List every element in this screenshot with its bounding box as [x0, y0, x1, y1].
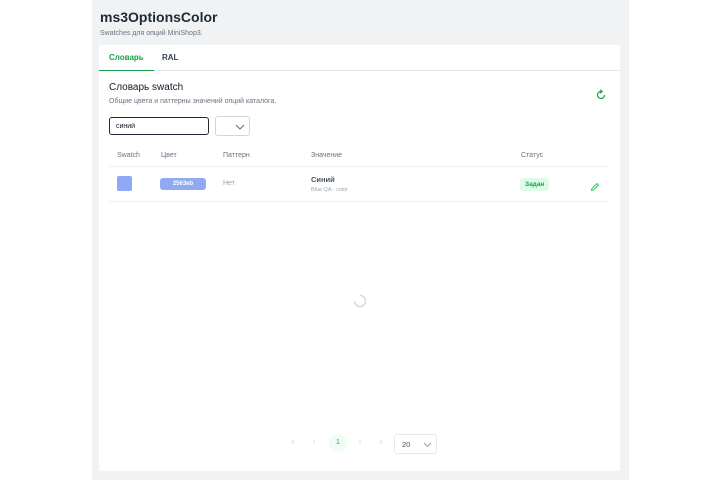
tab-bar: Словарь RAL — [99, 45, 620, 71]
column-header-status: Статус — [521, 152, 544, 159]
page-title: ms3OptionsColor — [100, 9, 218, 25]
color-hex-chip: 2563eb — [160, 178, 206, 190]
filter-select[interactable] — [215, 116, 250, 136]
column-header-pattern: Паттерн — [223, 152, 250, 159]
page-number-current[interactable]: 1 — [329, 434, 347, 452]
page-subtitle: Swatches для опций MiniShop3. — [100, 30, 203, 37]
value-name: Синий — [311, 175, 335, 184]
main-panel: Словарь RAL Словарь swatch Общие цвета и… — [99, 45, 620, 471]
per-page-select[interactable]: 20 — [394, 434, 437, 454]
loading-spinner — [353, 294, 367, 308]
pattern-value: Нет — [223, 180, 235, 187]
spinner-icon — [353, 294, 367, 308]
row-divider — [109, 201, 609, 202]
column-header-value: Значение — [311, 152, 343, 159]
tab-dictionary[interactable]: Словарь — [99, 45, 154, 71]
swatch-preview — [117, 176, 132, 191]
tab-ral[interactable]: RAL — [152, 45, 188, 71]
chevron-down-icon — [235, 124, 245, 130]
table-header-divider — [109, 166, 609, 167]
column-header-color: Цвет — [161, 152, 177, 159]
section-title: Словарь swatch — [109, 82, 184, 93]
prev-page-button[interactable]: ‹ — [308, 436, 320, 448]
value-subtitle: Blue QA - color — [311, 187, 348, 193]
column-header-swatch: Swatch — [117, 152, 140, 159]
first-page-button[interactable]: « — [287, 436, 299, 448]
last-page-button[interactable]: » — [375, 436, 387, 448]
edit-button[interactable] — [590, 179, 600, 192]
refresh-button[interactable] — [595, 88, 607, 100]
section-description: Общие цвета и паттерны значений опций ка… — [109, 98, 277, 105]
chevron-down-icon — [423, 442, 432, 448]
pencil-icon — [590, 182, 600, 192]
refresh-icon — [596, 89, 606, 100]
next-page-button[interactable]: › — [354, 436, 366, 448]
status-badge: Задан — [520, 178, 550, 191]
app-container: ms3OptionsColor Swatches для опций MiniS… — [92, 0, 629, 480]
per-page-value: 20 — [402, 440, 411, 449]
search-input[interactable] — [109, 117, 209, 135]
